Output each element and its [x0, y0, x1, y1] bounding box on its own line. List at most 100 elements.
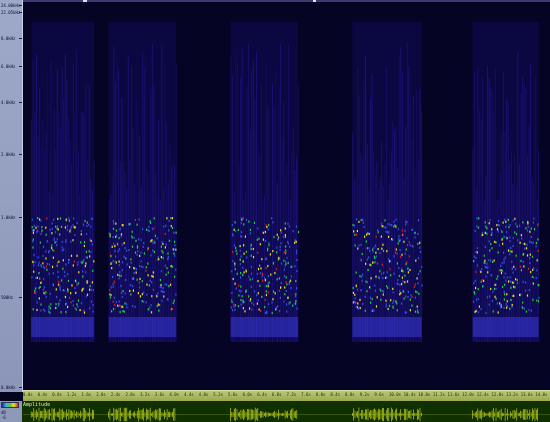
energy-dot — [488, 240, 490, 243]
energy-dot — [475, 270, 477, 273]
energy-dot — [286, 303, 288, 306]
spectral-streak — [166, 123, 168, 342]
time-tick: 5.6s — [227, 392, 238, 397]
time-tick: 0.4s — [37, 392, 48, 397]
energy-dot — [409, 268, 411, 272]
energy-dot — [362, 273, 364, 276]
energy-dot — [272, 290, 275, 293]
spectral-streak — [171, 165, 172, 342]
energy-dot — [146, 228, 148, 231]
amplitude-waveform[interactable] — [23, 407, 550, 422]
energy-dot — [510, 246, 512, 249]
energy-dot — [240, 290, 242, 293]
spectrogram-canvas[interactable] — [23, 2, 550, 390]
waveform-canvas[interactable] — [23, 407, 550, 422]
spectrogram-view[interactable] — [23, 2, 550, 390]
energy-dot — [353, 224, 355, 227]
energy-dot — [516, 278, 518, 282]
energy-dot — [352, 223, 354, 227]
energy-dot — [46, 262, 48, 266]
energy-dot — [477, 226, 480, 229]
energy-dot — [234, 308, 236, 311]
energy-dot — [503, 258, 505, 261]
energy-dot — [493, 287, 496, 290]
energy-dot — [170, 265, 172, 268]
energy-dot — [252, 247, 254, 251]
energy-dot — [402, 270, 404, 273]
energy-dot — [402, 233, 404, 236]
energy-dot — [115, 255, 117, 258]
energy-dot — [92, 304, 94, 307]
energy-dot — [416, 309, 419, 312]
energy-dot — [40, 232, 42, 236]
energy-dot — [147, 308, 149, 311]
energy-dot — [503, 290, 505, 293]
energy-dot — [256, 302, 258, 305]
freq-tick: 22.05kHz — [1, 10, 22, 15]
energy-dot — [142, 300, 145, 303]
energy-dot — [248, 295, 250, 298]
energy-dot — [145, 266, 147, 269]
energy-dot — [472, 300, 475, 303]
energy-dot — [83, 309, 85, 312]
energy-dot — [487, 271, 489, 274]
spectral-streak — [71, 163, 73, 342]
energy-dot — [373, 246, 375, 249]
energy-dot — [129, 284, 132, 287]
spectral-streak — [405, 126, 407, 343]
energy-dot — [483, 254, 485, 257]
spectral-streak — [69, 138, 71, 342]
energy-dot — [52, 265, 54, 268]
energy-dot — [509, 239, 511, 243]
energy-dot — [77, 305, 79, 308]
energy-dot — [503, 235, 505, 238]
energy-dot — [259, 284, 261, 287]
energy-dot — [242, 299, 244, 302]
energy-dot — [76, 303, 78, 306]
energy-dot — [261, 275, 263, 278]
spectral-streak — [249, 129, 251, 342]
energy-dot — [489, 219, 491, 222]
spectral-streak — [358, 95, 360, 342]
energy-dot — [165, 273, 167, 276]
energy-dot — [473, 260, 475, 263]
energy-dot — [52, 248, 54, 252]
energy-dot — [130, 293, 132, 296]
energy-dot — [152, 241, 154, 244]
energy-dot — [509, 280, 511, 283]
energy-dot — [233, 305, 235, 308]
energy-dot — [364, 235, 366, 238]
spectral-streak — [499, 172, 501, 342]
energy-dot — [49, 307, 52, 310]
energy-dot — [390, 274, 392, 277]
energy-dot — [475, 298, 478, 301]
energy-dot — [40, 265, 42, 268]
energy-dot — [369, 263, 371, 266]
energy-dot — [160, 270, 163, 273]
energy-dot — [524, 247, 526, 250]
energy-dot — [399, 239, 402, 242]
energy-dot — [355, 218, 358, 221]
energy-dot — [488, 303, 490, 306]
energy-dot — [491, 247, 493, 250]
energy-dot — [37, 264, 40, 267]
energy-dot — [357, 302, 359, 305]
energy-dot — [525, 227, 527, 230]
energy-dot — [85, 232, 88, 236]
energy-dot — [168, 239, 171, 242]
energy-dot — [537, 249, 539, 253]
energy-dot — [406, 261, 408, 264]
energy-dot — [113, 222, 115, 225]
energy-dot — [386, 285, 388, 288]
energy-dot — [258, 308, 260, 311]
energy-dot — [490, 259, 492, 262]
energy-dot — [156, 295, 158, 298]
energy-dot — [529, 253, 531, 256]
time-tick: 2.4s — [110, 392, 121, 397]
energy-dot — [161, 299, 163, 302]
colormap-icon[interactable] — [1, 402, 19, 408]
energy-dot — [489, 295, 491, 298]
energy-dot — [296, 269, 298, 272]
time-tick: 11.2s — [432, 392, 445, 397]
energy-dot — [478, 305, 480, 308]
